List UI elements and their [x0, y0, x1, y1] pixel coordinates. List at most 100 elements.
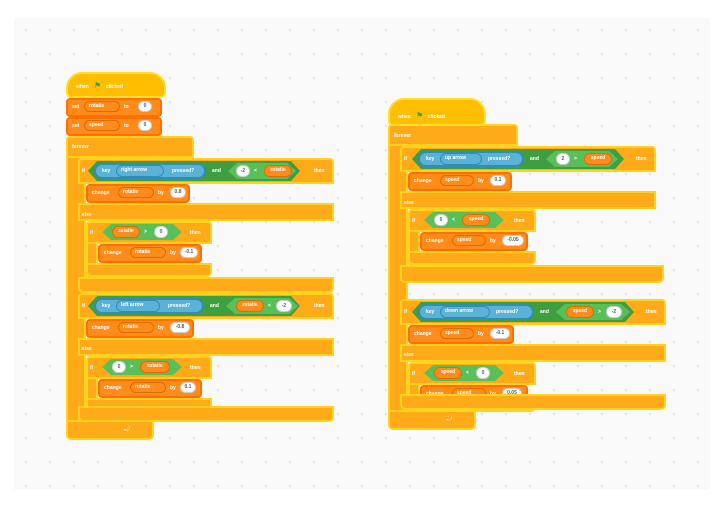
- green-flag-icon: ⚑: [94, 81, 102, 90]
- if-label: if: [404, 156, 408, 162]
- var-reporter[interactable]: rotatie: [112, 226, 140, 238]
- var-reporter[interactable]: speed: [434, 367, 462, 379]
- pressed-label: pressed?: [496, 309, 519, 315]
- when-flag-clicked-hat[interactable]: [388, 98, 486, 126]
- key-dropdown[interactable]: down arrow: [440, 306, 490, 318]
- var-reporter[interactable]: rotatie: [236, 300, 264, 312]
- then-label: then: [190, 230, 201, 236]
- hat-when-label: when: [76, 84, 89, 90]
- operand-right[interactable]: 0: [154, 226, 168, 238]
- if-label: if: [90, 365, 94, 371]
- var-dropdown[interactable]: rotatie: [118, 322, 154, 333]
- operand-left[interactable]: -2: [236, 165, 250, 177]
- change-verb: change: [414, 178, 432, 184]
- else-arm: [400, 344, 666, 362]
- var-reporter[interactable]: rotatie: [264, 165, 292, 177]
- set-verb: set: [72, 123, 80, 129]
- var-reporter[interactable]: speed: [462, 214, 490, 226]
- operator-symbol: <: [268, 303, 271, 309]
- var-dropdown[interactable]: rotatie: [130, 247, 166, 258]
- else-arm: [78, 203, 334, 221]
- operand-right[interactable]: 0: [476, 367, 490, 379]
- operator-symbol: >: [574, 156, 577, 162]
- then-label: then: [514, 218, 525, 224]
- value-input[interactable]: -0.1: [180, 247, 198, 258]
- if-label: if: [82, 168, 86, 174]
- var-dropdown[interactable]: speed: [84, 120, 120, 131]
- and-label: and: [212, 168, 221, 174]
- value-input[interactable]: 0: [138, 120, 152, 131]
- var-dropdown[interactable]: speed: [440, 328, 474, 339]
- operator-symbol: >: [598, 309, 601, 315]
- then-label: then: [314, 168, 325, 174]
- to-label: to: [124, 104, 129, 110]
- value-input[interactable]: -0.05: [502, 235, 524, 246]
- key-label: key: [102, 303, 111, 309]
- operand-right[interactable]: -2: [276, 300, 292, 312]
- hat-clicked-label: clicked: [106, 84, 123, 90]
- key-dropdown[interactable]: left arrow: [116, 300, 160, 312]
- then-label: then: [190, 365, 201, 371]
- var-reporter[interactable]: rotatie: [140, 361, 170, 373]
- operator-symbol: >: [130, 364, 133, 370]
- forever-label: forever: [72, 144, 89, 150]
- else-arm: [400, 191, 656, 209]
- if-label: if: [412, 371, 416, 377]
- loop-arrow-icon: ⤾: [446, 416, 452, 423]
- operand-right[interactable]: -2: [606, 306, 622, 318]
- loop-arrow-icon: ⤾: [124, 426, 130, 433]
- var-dropdown[interactable]: rotatie: [118, 187, 154, 198]
- inner-if-bottom: [408, 251, 536, 265]
- change-verb: change: [92, 190, 110, 196]
- operand-left[interactable]: 0: [112, 361, 126, 373]
- by-label: by: [158, 325, 164, 331]
- key-dropdown[interactable]: right arrow: [116, 165, 164, 177]
- then-label: then: [646, 309, 657, 315]
- else-label: else: [404, 200, 414, 206]
- pressed-label: pressed?: [168, 303, 191, 309]
- change-verb: change: [92, 325, 110, 331]
- if-label: if: [412, 218, 416, 224]
- key-label: key: [102, 168, 111, 174]
- then-label: then: [514, 371, 525, 377]
- pressed-label: pressed?: [172, 168, 195, 174]
- value-input[interactable]: 0: [138, 101, 152, 112]
- if-else-bottom: [78, 277, 334, 293]
- else-label: else: [82, 212, 92, 218]
- value-input[interactable]: 0.1: [180, 382, 196, 393]
- by-label: by: [478, 178, 484, 184]
- key-dropdown[interactable]: up arrow: [440, 153, 482, 165]
- inner-if-bottom: [86, 263, 212, 277]
- code-area[interactable]: forever ⤾ when ⚑ clicked set rotatie to …: [14, 18, 710, 490]
- key-label: key: [426, 309, 435, 315]
- value-input[interactable]: 0.8: [170, 187, 186, 198]
- var-dropdown[interactable]: rotatie: [84, 101, 120, 112]
- operand-left[interactable]: 2: [556, 153, 570, 165]
- value-input[interactable]: 0.1: [490, 175, 506, 186]
- change-verb: change: [104, 385, 122, 391]
- hat-when-label: when: [398, 114, 411, 120]
- operator-symbol: <: [452, 217, 455, 223]
- by-label: by: [490, 238, 496, 244]
- by-label: by: [478, 331, 484, 337]
- change-verb: change: [104, 250, 122, 256]
- else-label: else: [404, 352, 414, 358]
- forever-label: forever: [394, 133, 411, 139]
- var-dropdown[interactable]: rotatie: [130, 382, 166, 393]
- var-reporter[interactable]: speed: [566, 306, 594, 318]
- if-label: if: [82, 303, 86, 309]
- then-label: then: [314, 303, 325, 309]
- set-verb: set: [72, 104, 80, 110]
- value-input[interactable]: -0.8: [170, 322, 190, 333]
- value-input[interactable]: -0.1: [490, 328, 510, 339]
- by-label: by: [170, 250, 176, 256]
- var-dropdown[interactable]: speed: [440, 175, 474, 186]
- var-reporter[interactable]: speed: [584, 153, 612, 165]
- by-label: by: [158, 190, 164, 196]
- operand-left[interactable]: 0: [434, 214, 448, 226]
- var-dropdown[interactable]: speed: [452, 235, 486, 246]
- else-label: else: [82, 346, 92, 352]
- operator-symbol: <: [466, 370, 469, 376]
- and-label: and: [540, 309, 549, 315]
- and-label: and: [210, 303, 219, 309]
